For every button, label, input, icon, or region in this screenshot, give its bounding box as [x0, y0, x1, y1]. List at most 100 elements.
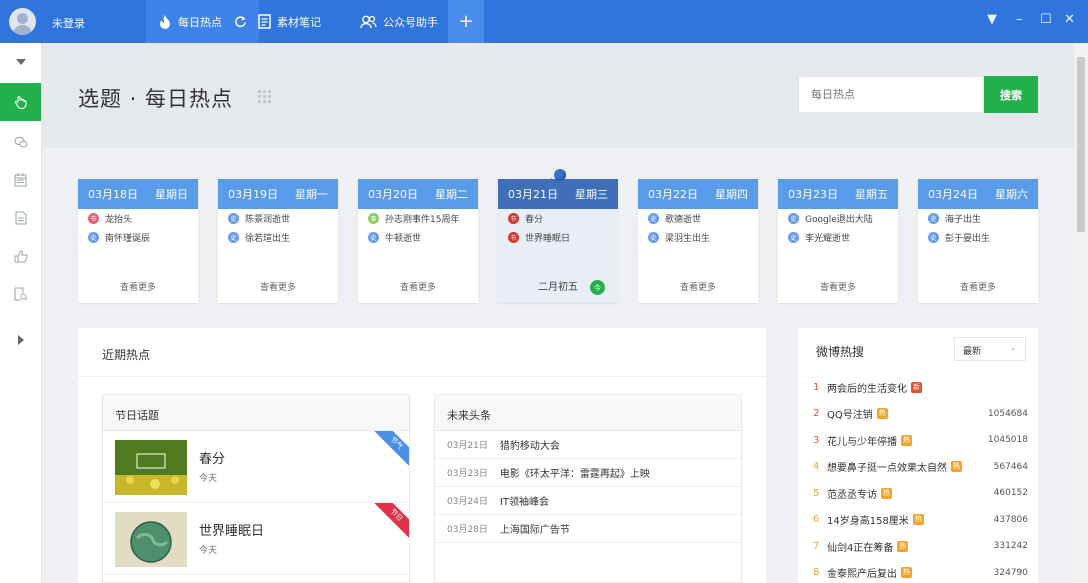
chat-icon[interactable]	[0, 123, 41, 161]
hot-search-item[interactable]: 5 范丞丞专访热 460152	[813, 484, 1028, 502]
calendar-event[interactable]: 史徐若瑄出生	[228, 228, 338, 247]
calendar-card[interactable]: 03月18日 星期日节龙抬头史南怀瑾诞辰 查看更多	[78, 179, 198, 303]
tab-official-account[interactable]: 公众号助手	[348, 0, 450, 43]
panel-title: 节日话题	[103, 395, 409, 431]
close-icon[interactable]: ✕	[1064, 12, 1075, 27]
topic-item[interactable]: 世界睡眠日 今天 节日	[103, 503, 409, 575]
calendar-event[interactable]: 节春分	[508, 209, 618, 228]
page-header: 选题 · 每日热点 搜索	[42, 43, 1074, 148]
card-header: 03月22日 星期四	[638, 179, 758, 209]
calendar-event[interactable]: 节世界睡眠日	[508, 228, 618, 247]
search-input[interactable]	[798, 76, 984, 113]
search-button[interactable]: 搜索	[984, 76, 1038, 113]
calendar-event[interactable]: 史歌德逝世	[648, 209, 758, 228]
scrollbar[interactable]	[1074, 43, 1088, 583]
grid-icon[interactable]	[258, 90, 271, 103]
festival-topics-panel: 节日话题 春分 今天 节气 世界睡眠日 今天 节日	[102, 394, 410, 583]
expand-arrow-icon[interactable]	[0, 321, 41, 359]
tab-label: 每日热点	[178, 15, 222, 29]
calendar-event[interactable]: 史牛顿逝世	[368, 228, 478, 247]
headline-text: 上海国际广告节	[499, 525, 570, 536]
card-date: 03月23日	[788, 188, 838, 201]
headline-item[interactable]: 03月23日 电影《环太平洋：雷霆再起》上映	[435, 459, 741, 487]
today-badge: 今	[590, 280, 605, 295]
document-icon[interactable]	[0, 199, 41, 237]
calendar-event[interactable]: 史陈景润逝世	[228, 209, 338, 228]
heat-count: 1054684	[987, 408, 1028, 419]
new-tab-button[interactable]: +	[448, 0, 484, 43]
scroll-thumb[interactable]	[1077, 57, 1085, 232]
thumbs-up-icon[interactable]	[0, 237, 41, 275]
card-weekday: 星期日	[155, 188, 188, 201]
minimize-icon[interactable]: –	[1016, 12, 1023, 27]
event-text: 彭于晏出生	[945, 234, 991, 244]
search-doc-icon[interactable]	[0, 275, 41, 313]
headline-date: 03月21日	[447, 441, 488, 451]
calendar-event[interactable]: 史梁羽生出生	[648, 228, 758, 247]
event-type-badge: 节	[88, 213, 99, 224]
rank-number: 4	[813, 461, 820, 472]
tab-material-notes[interactable]: 素材笔记	[246, 0, 333, 43]
calendar-event[interactable]: 史南怀瑾诞辰	[88, 228, 198, 247]
sort-select[interactable]: 最新 ⌄	[954, 337, 1026, 361]
tab-daily-hot[interactable]: 每日热点	[146, 0, 259, 43]
event-type-badge: 史	[928, 213, 939, 224]
hot-search-item[interactable]: 4 想要鼻子挺一点效果太自然热 567464	[813, 458, 1028, 476]
view-more-link[interactable]: 查看更多	[218, 280, 338, 293]
view-more-link[interactable]: 查看更多	[638, 280, 758, 293]
sidebar-item-hot[interactable]	[0, 83, 41, 121]
calendar-event[interactable]: 史 Google退出大陆	[788, 209, 898, 228]
hot-search-item[interactable]: 2 QQ号注销热 1054684	[813, 405, 1028, 423]
view-more-link[interactable]: 查看更多	[78, 280, 198, 293]
rank-number: 6	[813, 514, 820, 525]
view-more-link[interactable]: 查看更多	[358, 280, 478, 293]
event-text: 世界睡眠日	[525, 234, 571, 244]
calendar-icon[interactable]	[0, 161, 41, 199]
card-header: 03月20日 星期二	[358, 179, 478, 209]
event-text: 龙抬头	[105, 215, 133, 225]
hot-search-item[interactable]: 8 金泰熙产后复出热 324790	[813, 564, 1028, 582]
card-header: 03月23日 星期五	[778, 179, 898, 209]
collapse-arrow-icon[interactable]	[0, 43, 41, 81]
hot-search-item[interactable]: 1 两会后的生活变化新	[813, 378, 1028, 396]
headline-item[interactable]: 03月24日 IT领袖峰会	[435, 487, 741, 515]
headline-item[interactable]: 03月28日 上海国际广告节	[435, 515, 741, 543]
login-status[interactable]: 未登录	[52, 15, 85, 31]
event-type-badge: 史	[928, 232, 939, 243]
headline-item[interactable]: 03月21日 猎豹移动大会	[435, 431, 741, 459]
calendar-event[interactable]: 节龙抬头	[88, 209, 198, 228]
page-title: 选题 · 每日热点	[78, 87, 234, 111]
hot-search-item[interactable]: 7 仙剑4正在筹备热 331242	[813, 537, 1028, 555]
topic-item[interactable]: 春分 今天 节气	[103, 431, 409, 503]
calendar-card[interactable]: 03月24日 星期六史海子出生史彭于晏出生 查看更多	[918, 179, 1038, 303]
dropdown-icon[interactable]: ▼	[987, 12, 997, 27]
event-text: 歌德逝世	[665, 215, 702, 225]
event-type-badge: 史	[228, 232, 239, 243]
hot-search-text: 想要鼻子挺一点效果太自然	[827, 463, 947, 474]
calendar-card[interactable]: 03月20日 星期二事孙志刚事件15周年史牛顿逝世查看更多	[358, 179, 478, 303]
event-text: 李光耀逝世	[805, 234, 851, 244]
maximize-icon[interactable]: ☐	[1040, 12, 1052, 27]
calendar-event[interactable]: 事孙志刚事件15周年	[368, 209, 478, 228]
calendar-card[interactable]: 03月22日 星期四史歌德逝世史梁羽生出生查看更多	[638, 179, 758, 303]
flame-icon	[160, 14, 170, 29]
hot-search-text: 仙剑4正在筹备	[827, 542, 894, 554]
calendar-event[interactable]: 史彭于晏出生	[928, 228, 1038, 247]
card-weekday: 星期四	[715, 188, 748, 201]
users-icon	[360, 15, 377, 28]
calendar-card[interactable]: 03月21日 星期三节春分节世界睡眠日 二月初五 今	[498, 169, 618, 303]
hot-search-item[interactable]: 6 14岁身高158厘米热 437806	[813, 511, 1028, 529]
card-header: 03月19日 星期一	[218, 179, 338, 209]
calendar-card[interactable]: 03月23日 星期五史 Google退出大陆史李光耀逝世查看更多	[778, 179, 898, 303]
heat-count: 1045018	[987, 435, 1028, 445]
title-bar: 未登录 每日热点 素材笔记 公众号助手 + ▼ – ☐ ✕	[0, 0, 1088, 43]
view-more-link[interactable]: 查看更多	[918, 280, 1038, 293]
view-more-link[interactable]: 查看更多	[778, 280, 898, 293]
rank-number: 5	[813, 487, 820, 499]
calendar-card[interactable]: 03月19日 星期一史陈景润逝世史徐若瑄出生查看更多	[218, 179, 338, 303]
calendar-event[interactable]: 史海子出生	[928, 209, 1038, 228]
hot-search-item[interactable]: 3 花儿与少年停播热 1045018	[813, 431, 1028, 449]
avatar[interactable]	[9, 8, 36, 35]
calendar-event[interactable]: 史李光耀逝世	[788, 228, 898, 247]
headline-date: 03月24日	[447, 497, 488, 507]
